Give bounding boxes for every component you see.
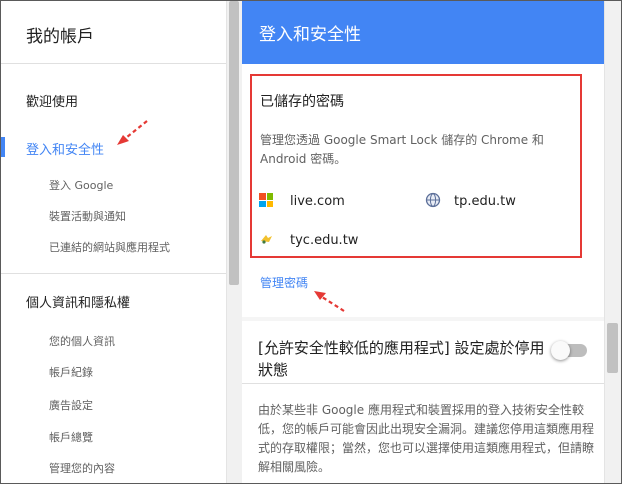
- page-header: 登入和安全性: [242, 1, 604, 64]
- less-secure-apps-title: [允許安全性較低的應用程式] 設定處於停用狀態: [258, 339, 545, 379]
- saved-site-name: live.com: [290, 194, 345, 209]
- saved-site-name: tyc.edu.tw: [290, 233, 359, 248]
- globe-icon: [425, 192, 441, 208]
- sidebar-subitem-ad-settings[interactable]: 廣告設定: [49, 397, 93, 413]
- sidebar-item-welcome[interactable]: 歡迎使用: [26, 91, 78, 110]
- windows-logo-icon: [259, 193, 275, 209]
- account-window: 我的帳戶 歡迎使用 登入和安全性 登入 Google 裝置活動與通知 已連結的網…: [0, 0, 622, 484]
- sidebar-subitem-personal-info[interactable]: 您的個人資訊: [49, 333, 115, 349]
- saved-passwords-title: 已儲存的密碼: [260, 94, 344, 110]
- less-secure-apps-toggle[interactable]: [549, 340, 589, 360]
- saved-site-name: tp.edu.tw: [454, 194, 516, 209]
- sidebar-subitem-account-overview[interactable]: 帳戶總覽: [49, 429, 93, 445]
- main-scrollbar[interactable]: [604, 1, 621, 483]
- sidebar: 我的帳戶 歡迎使用 登入和安全性 登入 Google 裝置活動與通知 已連結的網…: [1, 1, 226, 483]
- card-divider: [242, 383, 604, 384]
- sidebar-subitem-account-history[interactable]: 帳戶紀錄: [49, 364, 93, 380]
- site-favicon-icon: [259, 231, 275, 247]
- manage-passwords-link[interactable]: 管理密碼: [260, 274, 308, 291]
- main-content: 登入和安全性 已儲存的密碼 管理您透過 Google Smart Lock 儲存…: [242, 1, 604, 483]
- active-indicator: [1, 137, 5, 157]
- sidebar-title: 我的帳戶: [26, 27, 94, 47]
- sidebar-subitem-connected-apps[interactable]: 已連結的網站與應用程式: [49, 239, 170, 255]
- sidebar-divider: [1, 273, 226, 274]
- sidebar-subitem-device-activity[interactable]: 裝置活動與通知: [49, 208, 126, 224]
- main-scrollbar-thumb[interactable]: [607, 323, 618, 373]
- sidebar-item-security[interactable]: 登入和安全性: [26, 139, 104, 158]
- sidebar-item-privacy[interactable]: 個人資訊和隱私權: [26, 292, 130, 311]
- less-secure-apps-description: 由於某些非 Google 應用程式和裝置採用的登入技術安全性較低，您的帳戶可能會…: [258, 403, 595, 474]
- saved-passwords-description: 管理您透過 Google Smart Lock 儲存的 Chrome 和 And…: [260, 133, 544, 166]
- sidebar-subitem-manage-content[interactable]: 管理您的內容: [49, 460, 115, 476]
- sidebar-scrollbar-thumb[interactable]: [229, 1, 239, 285]
- sidebar-divider: [1, 63, 226, 64]
- toggle-knob: [551, 341, 570, 360]
- page-title: 登入和安全性: [259, 25, 361, 45]
- sidebar-subitem-google-signin[interactable]: 登入 Google: [49, 177, 113, 193]
